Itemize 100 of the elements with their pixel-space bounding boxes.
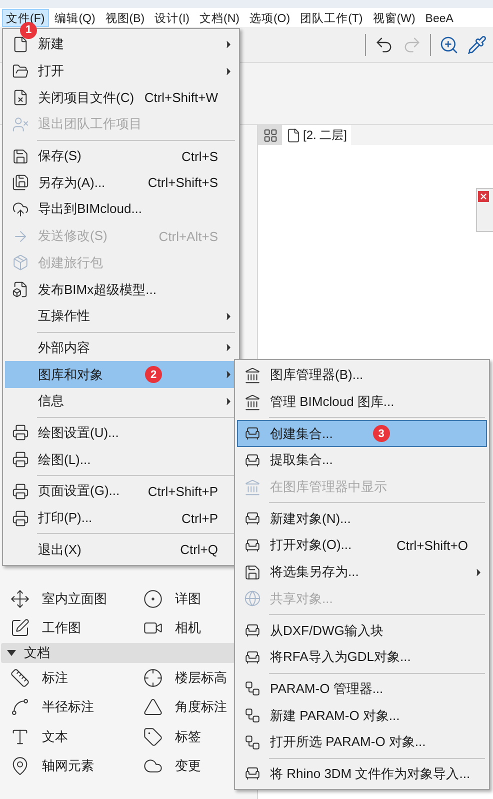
menu-item[interactable]: 另存为(A)... Ctrl+Shift+S (5, 169, 237, 196)
chair-icon (244, 765, 260, 782)
tool-item[interactable]: 轴网元素 (0, 756, 133, 776)
menu-item-label: 另存为(A)... (38, 174, 106, 192)
save-icon (12, 174, 28, 192)
menu-item-label: 管理 BIMcloud 图库... (270, 393, 394, 412)
menu-item-label: 打开对象(O)... (270, 536, 352, 554)
menu-item-label: 打印(P)... (38, 509, 92, 528)
save-icon (12, 148, 28, 165)
shortcut-label: Ctrl+S (182, 148, 219, 164)
menu-item[interactable]: 保存(S) Ctrl+S (5, 142, 237, 170)
tool-item[interactable]: 半径标注 (0, 697, 133, 718)
zoom-icon[interactable] (439, 34, 459, 54)
menu-bar-item[interactable]: 文件(F) (2, 8, 49, 26)
tool-item[interactable]: 文本 (0, 726, 133, 747)
shortcut-label: Ctrl+Alt+S (158, 228, 219, 244)
triangle-icon (7, 650, 16, 656)
document-icon (12, 36, 28, 53)
shortcut-label: Ctrl+P (182, 510, 219, 526)
chair-icon (244, 622, 260, 640)
menu-item[interactable]: 退出(X) Ctrl+Q (5, 536, 237, 564)
menu-bar-item[interactable]: 文档(N) (196, 8, 244, 26)
menu-item-label: 提取集合... (270, 451, 333, 470)
tool-item[interactable]: 室内立面图 (0, 588, 133, 609)
chair-icon (244, 510, 260, 528)
document-x-icon (12, 89, 28, 106)
menu-item[interactable]: 管理 BIMcloud 图库... (237, 388, 487, 416)
package-icon (12, 254, 28, 272)
menu-item-label: 图库和对象 (38, 366, 103, 384)
grid-button[interactable] (258, 125, 282, 145)
menu-item[interactable]: 互操作性 (5, 302, 237, 330)
chair-icon (244, 452, 260, 469)
menu-item-label: 发布BIMx超级模型... (38, 280, 156, 299)
move-icon (10, 588, 30, 609)
menu-item[interactable]: 外部内容 (5, 334, 237, 362)
eyedropper-icon[interactable] (467, 34, 487, 54)
menu-item-label: 绘图(L)... (38, 450, 91, 469)
landmark-icon (244, 478, 260, 496)
user-x-icon (12, 116, 28, 133)
landmark-icon (244, 394, 260, 411)
menu-bar-item[interactable]: 视窗(W) (368, 8, 420, 26)
menu-item[interactable]: 绘图设置(U)... (5, 420, 237, 446)
menu-bar-item[interactable]: 设计(I) (150, 8, 194, 26)
menu-item-label: 图库管理器(B)... (270, 366, 364, 384)
menu-item[interactable]: 发布BIMx超级模型... (5, 276, 237, 303)
menu-item[interactable]: 将选集另存为... (237, 558, 487, 586)
printer-icon (12, 510, 28, 527)
save-icon (244, 564, 260, 581)
menu-item[interactable]: 信息 (5, 388, 237, 415)
folder-icon (12, 62, 28, 80)
view-tab[interactable]: [2. 二层] (282, 125, 352, 145)
menu-item-label: 信息 (38, 392, 64, 410)
menu-item-label: 打开 (38, 62, 64, 80)
menu-item[interactable]: 创建集合... 3 (237, 420, 487, 448)
menu-item-label: 创建旅行包 (38, 254, 103, 272)
cloud-upload-icon (12, 200, 28, 218)
menu-item-label: 打开所选 PARAM-O 对象... (270, 733, 426, 752)
tool-item[interactable]: 工作图 (0, 618, 133, 638)
menu-item-label: 退出(X) (38, 540, 82, 559)
shortcut-label: Ctrl+Shift+P (148, 484, 219, 499)
menu-item-label: 将RFA导入为GDL对象... (270, 648, 411, 666)
printer-icon (12, 451, 28, 468)
tool-item[interactable]: 标注 (0, 668, 133, 688)
menu-item-label: 外部内容 (38, 338, 90, 357)
angle-icon (143, 697, 163, 718)
tag-icon (143, 726, 163, 747)
menu-item[interactable]: 打开对象(O)... Ctrl+Shift+O (237, 532, 487, 559)
menu-item-label: 新建 (38, 35, 64, 54)
landmark-icon (244, 366, 260, 384)
menu-item[interactable]: 图库管理器(B)... (237, 362, 487, 389)
menu-item[interactable]: 导出到BIMcloud... (5, 196, 237, 223)
ruler-icon (10, 668, 30, 688)
menu-bar-item[interactable]: 团队工作(T) (296, 8, 367, 26)
menu-bar-item[interactable]: BeeA (421, 8, 458, 26)
menu-bar-item[interactable]: 选项(O) (245, 8, 294, 26)
menu-bar-item[interactable]: 视图(B) (101, 8, 149, 26)
menu-item-label: 将 Rhino 3DM 文件作为对象导入... (270, 764, 470, 783)
menu-item-label: 新建 PARAM-O 对象... (270, 706, 400, 725)
close-button[interactable] (478, 191, 489, 202)
menu-item[interactable]: 绘图(L)... (5, 446, 237, 473)
chair-icon (244, 648, 260, 666)
menu-item-label: 创建集合... (270, 424, 333, 443)
menu-item[interactable]: 新建对象(N)... (237, 505, 487, 532)
menu-item-label: 保存(S) (38, 147, 82, 166)
menu-item[interactable]: 页面设置(G)... Ctrl+Shift+P (5, 478, 237, 505)
menu-item[interactable]: 关闭项目文件(C) Ctrl+Shift+W (5, 84, 237, 112)
menu-item-label: 发送修改(S) (38, 227, 108, 246)
menu-item-label: 从DXF/DWG输入块 (270, 622, 384, 640)
section-title: 文档 (24, 644, 50, 662)
menu-item-label: 互操作性 (38, 307, 90, 326)
menu-item-label: 共享对象... (270, 590, 333, 608)
chair-icon (244, 425, 260, 442)
step-badge: 3 (372, 425, 390, 442)
menu-item[interactable]: 打开 (5, 58, 237, 84)
menu-item[interactable]: 打印(P)... Ctrl+P (5, 504, 237, 532)
crosshair-icon (143, 668, 163, 688)
menu-bar-item[interactable]: 编辑(Q) (50, 8, 100, 26)
menu-item[interactable]: 图库和对象 2 (5, 361, 237, 388)
step-badge: 2 (145, 366, 162, 384)
menu-item[interactable]: 提取集合... (237, 447, 487, 474)
